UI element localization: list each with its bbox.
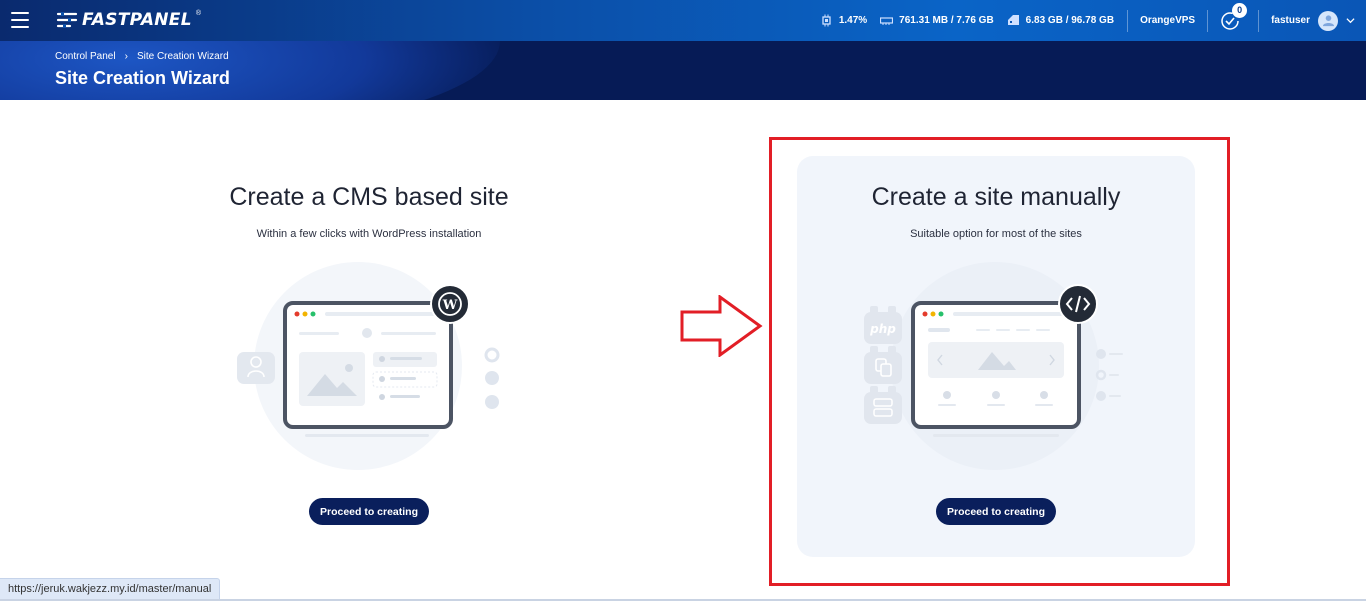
svg-text:W: W	[442, 298, 458, 313]
cpu-icon	[822, 14, 831, 27]
server-name[interactable]: OrangeVPS	[1140, 15, 1195, 26]
disk-value: 6.83 GB / 96.78 GB	[1025, 15, 1115, 26]
browser-status-url: https://jeruk.wakjezz.my.id/master/manua…	[0, 578, 221, 600]
breadcrumb-separator: ›	[124, 51, 128, 62]
page-header: Control Panel › Site Creation Wizard Sit…	[0, 41, 1366, 100]
breadcrumb: Control Panel › Site Creation Wizard	[55, 51, 229, 62]
memory-value: 761.31 MB / 7.76 GB	[899, 15, 994, 26]
menu-icon[interactable]	[11, 12, 29, 28]
cms-proceed-button[interactable]: Proceed to creating	[308, 498, 430, 525]
php-label: php	[869, 322, 896, 336]
user-icon	[1322, 15, 1334, 27]
disk-icon	[1007, 15, 1019, 25]
manual-proceed-button[interactable]: Proceed to creating	[935, 498, 1057, 525]
manual-site-card[interactable]: Create a site manually Suitable option f…	[797, 156, 1195, 557]
cpu-stat: 1.47%	[820, 14, 867, 27]
memory-stat: 761.31 MB / 7.76 GB	[880, 14, 994, 27]
avatar	[1318, 10, 1338, 31]
cms-site-card: Create a CMS based site Within a few cli…	[170, 156, 568, 557]
brand-name: FASTPANEL	[82, 10, 192, 30]
disk-stat: 6.83 GB / 96.78 GB	[1007, 14, 1114, 27]
chevron-down-icon	[1346, 18, 1355, 24]
notifications-button[interactable]: 0	[1220, 2, 1248, 31]
logo-mark-icon	[56, 12, 78, 28]
fastpanel-logo[interactable]: FASTPANEL ®	[56, 10, 201, 30]
divider	[1258, 9, 1260, 32]
breadcrumb-control-panel[interactable]: Control Panel	[55, 51, 116, 62]
cms-card-title: Create a CMS based site	[229, 183, 509, 211]
manual-card-subtitle: Suitable option for most of the sites	[910, 228, 1082, 240]
manual-illustration: php	[864, 262, 1123, 470]
page-title: Site Creation Wizard	[55, 68, 230, 88]
notifications-count: 0	[1232, 2, 1248, 18]
cms-illustration: W	[237, 262, 500, 470]
red-arrow-icon	[680, 295, 763, 357]
username: fastuser	[1271, 15, 1310, 26]
user-menu[interactable]: fastuser	[1271, 10, 1355, 31]
divider	[1127, 9, 1129, 32]
breadcrumb-current: Site Creation Wizard	[136, 51, 229, 62]
manual-card-title: Create a site manually	[871, 183, 1121, 211]
cms-card-subtitle: Within a few clicks with WordPress insta…	[256, 228, 482, 240]
divider	[1207, 9, 1209, 32]
memory-icon	[880, 17, 894, 25]
top-bar: FASTPANEL ® 1.47% 761.31 MB / 7.76 GB 6.…	[0, 0, 1366, 41]
system-stats: 1.47% 761.31 MB / 7.76 GB 6.83 GB / 96.7…	[820, 0, 1366, 41]
brand-registered-mark: ®	[195, 9, 202, 17]
cpu-value: 1.47%	[838, 15, 868, 26]
